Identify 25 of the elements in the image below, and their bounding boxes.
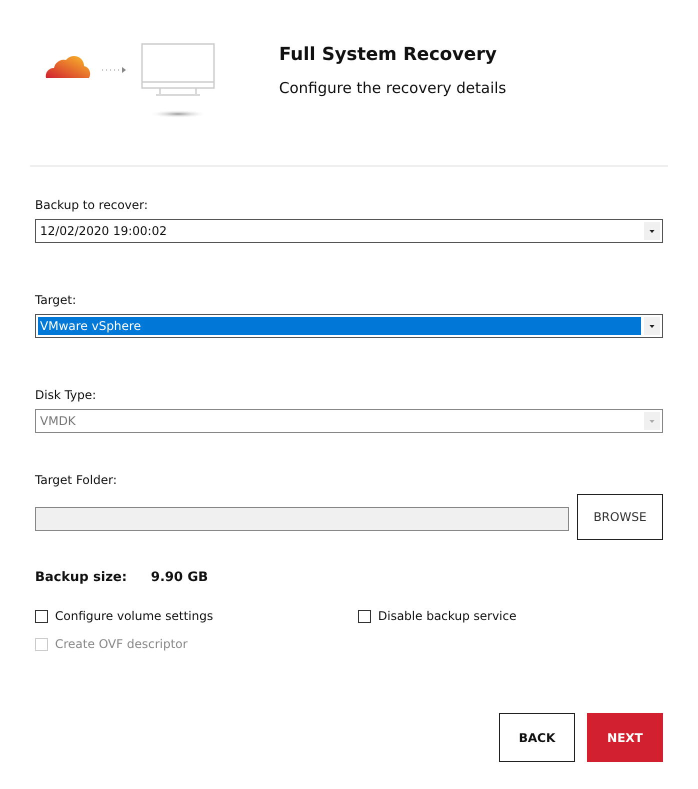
browse-button[interactable]: BROWSE — [577, 494, 663, 540]
field-label: Backup to recover: — [35, 198, 149, 212]
backup-size-label: Backup size: — [35, 570, 127, 585]
dropdown-value: VMware vSphere — [38, 317, 641, 335]
checkbox-label: Configure volume settings — [55, 609, 214, 623]
back-button[interactable]: BACK — [499, 713, 575, 762]
field-label: Disk Type: — [35, 388, 98, 402]
field-label: Target Folder: — [35, 473, 118, 487]
dropdown[interactable]: 12/02/2020 19:00:02 — [35, 219, 663, 243]
dropdown[interactable]: VMware vSphere — [35, 314, 663, 338]
page-subtitle: Configure the recovery details — [279, 79, 506, 97]
folder-field[interactable] — [35, 507, 569, 531]
checkbox-label: Create OVF descriptor — [55, 637, 188, 651]
next-button[interactable]: NEXT — [587, 713, 663, 762]
caret-icon — [644, 317, 660, 335]
page-title: Full System Recovery — [279, 44, 498, 65]
checkbox[interactable] — [35, 610, 48, 622]
backup-size-value: 9.90 GB — [150, 570, 208, 585]
dropdown-value: VMDK — [39, 413, 77, 430]
checkbox-label: Disable backup service — [378, 609, 516, 623]
caret-icon — [644, 412, 660, 430]
dropdown-value: 12/02/2020 19:00:02 — [39, 223, 168, 240]
field-label: Target: — [35, 293, 78, 307]
caret-icon — [644, 222, 660, 240]
checkbox[interactable] — [358, 610, 371, 622]
